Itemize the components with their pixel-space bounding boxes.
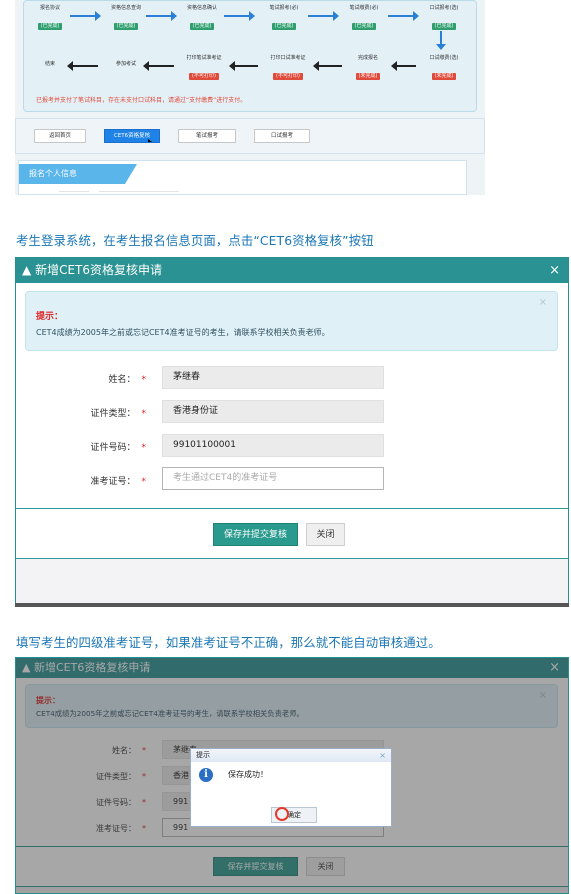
step-status: (已完成)	[113, 23, 139, 30]
step-title: 笔试报考(必)	[269, 5, 299, 11]
step-oral-payment: 口试缴费(选) (未完成)	[420, 55, 468, 81]
payment-notice: 已报考并支付了笔试科目，存在未支付口试科目，请通过“支付缴费”进行支付。	[36, 97, 247, 104]
back-home-button[interactable]: 返回首页	[34, 129, 86, 143]
alert-title: 提示	[196, 751, 210, 759]
step-complete-registration: 完成报名 (未完成)	[344, 55, 392, 81]
ticket-number-label: 准考证号： *	[90, 477, 146, 487]
close-icon[interactable]: ×	[549, 258, 560, 283]
cet6-review-dialog: ▲ 新增CET6资格复核申请 × 提示： CET4成绩为2005年之前或忘记CE…	[15, 257, 569, 607]
step-status: (已完成)	[189, 23, 215, 30]
step-print-oral-ticket: 打印口试准考证 (不可打印)	[260, 55, 316, 81]
step-status: (不可打印)	[189, 73, 219, 80]
step-title: 资格信息查询	[110, 5, 141, 11]
arrow-left	[67, 61, 98, 71]
step-written-payment: 笔试缴费(必) (已完成)	[340, 5, 388, 31]
dialog-header: ▲ 新增CET6资格复核申请 ×	[16, 258, 568, 283]
personal-info-panel: 报名个人信息	[18, 160, 467, 195]
arrow-right	[308, 11, 339, 21]
step-title: 口试缴费(选)	[429, 55, 459, 61]
action-bar: 返回首页 CET6资格复核 笔试报考 口试报考	[15, 118, 485, 154]
divider	[59, 191, 89, 192]
arrow-left	[143, 61, 174, 71]
save-success-alert: 提示 × i 保存成功！ 确定	[190, 748, 392, 827]
divider	[16, 508, 568, 509]
arrow-right	[224, 11, 255, 21]
step-written-register: 笔试报考(必) (已完成)	[260, 5, 308, 31]
step-status: (已完成)	[271, 23, 297, 30]
arrow-down	[436, 31, 446, 50]
name-field: 茅继春	[162, 366, 384, 389]
panel-tab: 报名个人信息	[19, 164, 137, 184]
name-label: 姓名： *	[108, 375, 146, 385]
registration-flow-screenshot: 报名协议 (已完成) 资格信息查询 (已完成) 资格信息确认 (已完成) 笔试报…	[15, 0, 485, 195]
step-qualification-query: 资格信息查询 (已完成)	[102, 5, 150, 31]
info-icon: i	[199, 768, 213, 782]
id-type-field: 香港身份证	[162, 400, 384, 423]
save-submit-button[interactable]: 保存并提交复核	[213, 523, 298, 546]
alert-message: 保存成功！	[228, 770, 268, 779]
dialog-title: 新增CET6资格复核申请	[35, 263, 162, 277]
id-number-label: 证件号码： *	[90, 443, 146, 453]
step-status: (已完成)	[431, 23, 457, 30]
alert-close-icon[interactable]: ×	[379, 749, 386, 762]
id-number-field: 99101100001	[162, 434, 384, 457]
step-qualification-confirm: 资格信息确认 (已完成)	[178, 5, 226, 31]
step-title: 报名协议	[39, 5, 60, 11]
step-status: (未完成)	[355, 73, 381, 80]
arrow-left	[313, 61, 342, 71]
arrow-left	[229, 61, 258, 71]
arrow-left	[391, 61, 416, 71]
step-title: 资格信息确认	[186, 5, 217, 11]
tip-close-icon[interactable]: ×	[539, 297, 547, 308]
id-type-label: 证件类型： *	[90, 409, 146, 419]
step-title: 打印笔试准考证	[186, 55, 222, 61]
mouse-cursor	[148, 139, 152, 142]
shadow-bar	[15, 603, 569, 607]
ticket-number-input[interactable]: 考生通过CET4的准考证号	[162, 467, 384, 490]
alert-header: 提示 ×	[191, 749, 391, 762]
user-icon: ▲	[22, 263, 32, 277]
tip-text: CET4成绩为2005年之前或忘记CET4准考证号的考生，请联系学校相关负责老师…	[36, 328, 330, 337]
step-title: 打印口试准考证	[270, 55, 306, 61]
divider	[99, 191, 179, 192]
click-highlight	[275, 807, 289, 821]
step-status: (不可打印)	[273, 73, 303, 80]
step-status: (已完成)	[37, 23, 63, 30]
step-title: 口试报考(选)	[429, 5, 459, 11]
step-oral-register: 口试报考(选) (已完成)	[420, 5, 468, 31]
instruction-caption-2: 填写考生的四级准考证号，如果准考证号不正确，那么就不能自动审核通过。	[16, 635, 441, 650]
step-agreement: 报名协议 (已完成)	[26, 5, 74, 31]
tip-box: 提示： CET4成绩为2005年之前或忘记CET4准考证号的考生，请联系学校相关…	[25, 291, 558, 351]
tip-title: 提示：	[36, 312, 64, 322]
dialog-footer	[16, 559, 568, 603]
written-register-button[interactable]: 笔试报考	[178, 129, 236, 143]
step-status: (未完成)	[431, 73, 457, 80]
step-status: (已完成)	[351, 23, 377, 30]
close-button[interactable]: 关闭	[306, 523, 345, 546]
arrow-right	[146, 11, 177, 21]
instruction-caption-1: 考生登录系统，在考生报名信息页面，点击“CET6资格复核”按钮	[16, 233, 374, 248]
arrow-right	[70, 11, 101, 21]
oral-register-button[interactable]: 口试报考	[254, 129, 310, 143]
step-title: 笔试缴费(必)	[349, 5, 379, 11]
step-title: 完成报名	[357, 55, 378, 61]
arrow-right	[388, 11, 419, 21]
flow-chart: 报名协议 (已完成) 资格信息查询 (已完成) 资格信息确认 (已完成) 笔试报…	[23, 0, 477, 112]
step-print-written-ticket: 打印笔试准考证 (不可打印)	[176, 55, 232, 81]
